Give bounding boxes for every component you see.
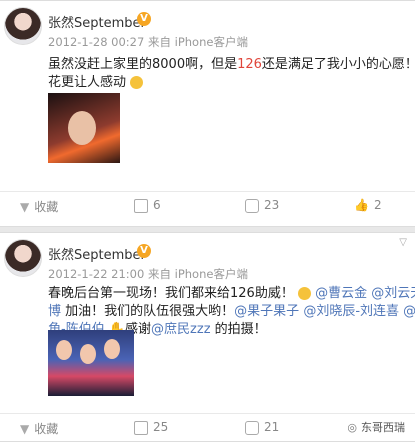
repost-icon [134,198,148,213]
repost-count: 6 [153,198,161,212]
post-timestamp: 2012-1-28 00:27 来自 iPhone客户端 [48,35,248,49]
post-photo[interactable] [48,330,134,396]
avatar[interactable] [4,239,42,277]
photo-person-icon [80,344,96,364]
comment-button[interactable]: 23 [245,198,279,214]
post-text: 春晚后台第一现场！我们都来给126助威！ [48,286,294,301]
like-button[interactable]: 👍 2 [354,198,382,214]
mention-link[interactable]: @刘云天的微 [371,286,415,301]
verified-badge-icon: V [137,244,151,258]
photo-person-icon [56,340,72,360]
comment-count: 21 [264,420,280,434]
repost-count: 25 [153,420,169,434]
verified-badge-icon: V [137,12,151,26]
mention-link[interactable]: @兜四 [403,304,415,319]
watermark-text: 东哥西瑞 [361,421,405,434]
repost-button[interactable]: 6 [134,198,161,214]
comment-icon [245,198,259,213]
post-photo[interactable] [48,93,120,163]
mention-link[interactable]: @曹云金 [315,286,367,301]
photo-face-icon [68,111,96,145]
post-actions: ▼ 收藏 6 23 👍 2 [0,191,415,220]
username[interactable]: 张然September [48,244,146,263]
mention-link[interactable]: @刘晓辰-刘连喜 [303,304,399,319]
repost-button[interactable]: 25 [134,420,168,436]
chevron-down-icon[interactable]: ▽ [399,237,407,248]
collect-label: 收藏 [34,422,59,436]
post-timestamp: 2012-1-22 21:00 来自 iPhone客户端 [48,267,248,281]
emoji-icon [130,76,144,89]
post-text: 还是满足了我小小的心愿！心意比 [261,57,415,72]
photo-person-icon [104,339,120,359]
chevron-down-icon: ▼ [20,422,30,436]
comment-count: 23 [264,198,280,212]
post-number: 126 [237,57,262,72]
repost-icon [134,420,148,435]
username[interactable]: 张然September [48,12,146,31]
post-text-line: 花更让人感动 [48,72,415,93]
post-text: 花更让人感动 [48,75,127,90]
wechat-icon: ◎ [347,421,357,434]
collect-button[interactable]: ▼ 收藏 [20,198,58,214]
collect-button[interactable]: ▼ 收藏 [20,420,58,436]
weibo-post-1: 张然September V 2012-1-28 00:27 来自 iPhone客… [0,0,415,227]
post-text: 的拍摄！ [210,322,267,337]
chevron-down-icon: ▼ [20,200,30,214]
comment-icon [245,420,259,435]
post-text: 加油！我们的队伍很强大哟！ [61,304,235,319]
avatar[interactable] [4,7,42,45]
mention-link[interactable]: 博 [48,304,61,319]
weibo-post-2: ▽ 张然September V 2012-1-22 21:00 来自 iPhon… [0,232,415,442]
mention-link[interactable]: @庶民zzz [151,322,210,337]
mention-link[interactable]: @果子果子 [234,304,299,319]
emoji-icon [297,287,311,300]
like-count: 2 [373,198,382,212]
post-text: 虽然没赶上家里的8000啊，但是 [48,57,238,72]
thumb-up-icon: 👍 [354,198,369,212]
watermark: ◎ 东哥西瑞 [347,419,405,435]
comment-button[interactable]: 21 [245,420,279,436]
collect-label: 收藏 [34,200,59,214]
